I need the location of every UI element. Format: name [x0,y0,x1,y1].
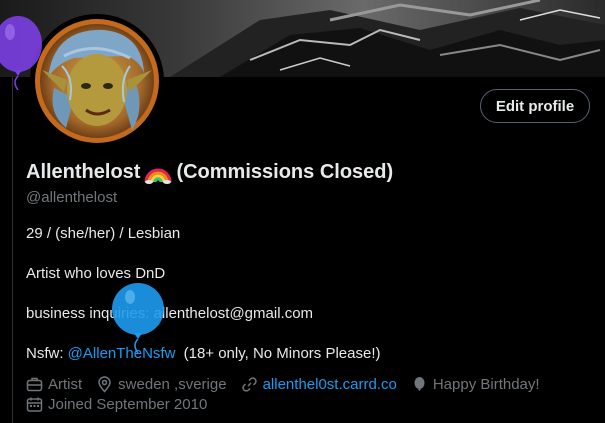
bio-line-4: Nsfw: @AllenTheNsfw (18+ only, No Minors… [26,345,381,362]
profile-meta-row: Artist sweden ,sverige allenthel0st.carr… [26,376,540,393]
nsfw-label: Nsfw: [26,345,64,362]
birthday-text: Happy Birthday! [432,376,540,393]
rainbow-icon [144,168,172,184]
category-text: Artist [48,376,83,393]
location-pin-icon [98,376,111,393]
briefcase-icon [26,377,43,392]
avatar-portrait [35,19,159,143]
nsfw-account-link[interactable]: @AllenTheNsfw [68,345,176,362]
link-icon [241,377,257,392]
edit-profile-button[interactable]: Edit profile [480,89,590,123]
profile-page: Edit profile Allenthelost (Commissions C… [0,0,605,423]
joined-item: Joined September 2010 [26,396,207,413]
profile-avatar[interactable] [30,14,164,148]
profile-handle: @allenthelost [26,189,118,206]
website-link[interactable]: allenthel0st.carrd.co [263,376,397,393]
location-text: sweden ,sverige [118,376,227,393]
balloon-icon [414,377,425,391]
balloon-icon [0,16,42,90]
location-item: sweden ,sverige [96,376,227,393]
category-item: Artist [26,376,82,393]
display-name: Allenthelost [26,161,141,183]
profile-meta-row-2: Joined September 2010 [26,396,207,413]
birthday-item: Happy Birthday! [411,376,540,393]
calendar-icon [26,397,43,412]
name-suffix: (Commissions Closed) [176,161,394,183]
display-name-row: Allenthelost (Commissions Closed) [26,161,393,184]
nsfw-note: (18+ only, No Minors Please!) [183,345,381,362]
joined-text: Joined September 2010 [48,396,208,413]
bio-line-1: 29 / (she/her) / Lesbian [26,225,181,242]
website-item[interactable]: allenthel0st.carrd.co [241,376,397,393]
bio-line-2: Artist who loves DnD [26,265,166,282]
timeline-border [0,77,13,423]
bio-line-3: business inquiries: allenthelost@gmail.c… [26,305,314,322]
